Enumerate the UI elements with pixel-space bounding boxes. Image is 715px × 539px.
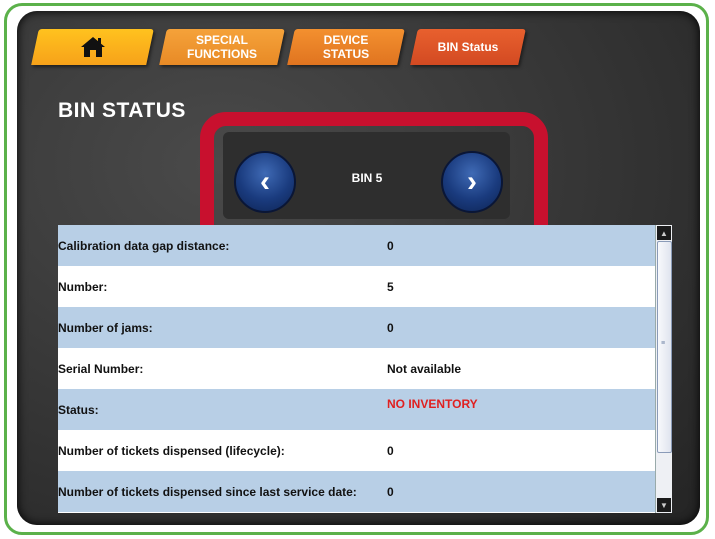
table-row: Number of jams: 0 [58, 307, 655, 348]
table-row: Number of tickets dispensed (lifecycle):… [58, 430, 655, 471]
row-value: 0 [387, 443, 394, 458]
tab-bin-status[interactable]: BIN Status [410, 29, 526, 65]
status-value: NO INVENTORY [387, 397, 478, 411]
table-row: Number: 5 [58, 266, 655, 307]
bin-label: BIN 5 [351, 171, 383, 185]
tab-bin-status-label: BIN Status [437, 40, 499, 54]
scrollbar[interactable]: ▲ ≡ ▼ [655, 225, 672, 513]
scroll-down-arrow-icon[interactable]: ▼ [657, 498, 671, 512]
tab-home[interactable] [31, 29, 154, 65]
tab-special-functions-label: SPECIAL FUNCTIONS [187, 33, 257, 61]
bin-status-table: Calibration data gap distance: 0 Number:… [58, 225, 672, 513]
tab-device-status[interactable]: DEVICE STATUS [287, 29, 405, 65]
tab-special-functions[interactable]: SPECIAL FUNCTIONS [159, 29, 285, 65]
grip-icon: ≡ [661, 340, 666, 347]
previous-bin-button[interactable]: ‹ [234, 151, 296, 213]
row-value: 0 [387, 484, 394, 499]
row-label: Status: [58, 402, 99, 417]
scroll-up-arrow-icon[interactable]: ▲ [657, 226, 671, 240]
scroll-thumb[interactable]: ≡ [657, 241, 672, 453]
table-row: Number of tickets dispensed since last s… [58, 471, 655, 512]
row-value: 5 [387, 279, 394, 294]
row-label: Number of tickets dispensed (lifecycle): [58, 443, 285, 458]
row-value: 0 [387, 320, 394, 335]
row-label: Serial Number: [58, 361, 144, 376]
row-value: Not available [387, 361, 462, 376]
row-value: 0 [387, 238, 394, 253]
chevron-left-icon: ‹ [260, 165, 270, 198]
screen: SPECIAL FUNCTIONS DEVICE STATUS BIN Stat… [17, 11, 700, 525]
tab-device-status-label: DEVICE STATUS [322, 33, 370, 61]
table-row: Calibration data gap distance: 0 [58, 225, 655, 266]
row-label: Number: [58, 279, 108, 294]
table-row: Status: NO INVENTORY [58, 389, 655, 430]
row-label: Number of tickets dispensed since last s… [58, 484, 357, 499]
page-title: BIN STATUS [58, 99, 186, 122]
table-row: Serial Number: Not available [58, 348, 655, 389]
device-frame: SPECIAL FUNCTIONS DEVICE STATUS BIN Stat… [4, 3, 709, 535]
row-label: Number of jams: [58, 320, 153, 335]
chevron-right-icon: › [467, 165, 477, 198]
next-bin-button[interactable]: › [441, 151, 503, 213]
home-icon [80, 37, 105, 57]
row-label: Calibration data gap distance: [58, 238, 230, 253]
